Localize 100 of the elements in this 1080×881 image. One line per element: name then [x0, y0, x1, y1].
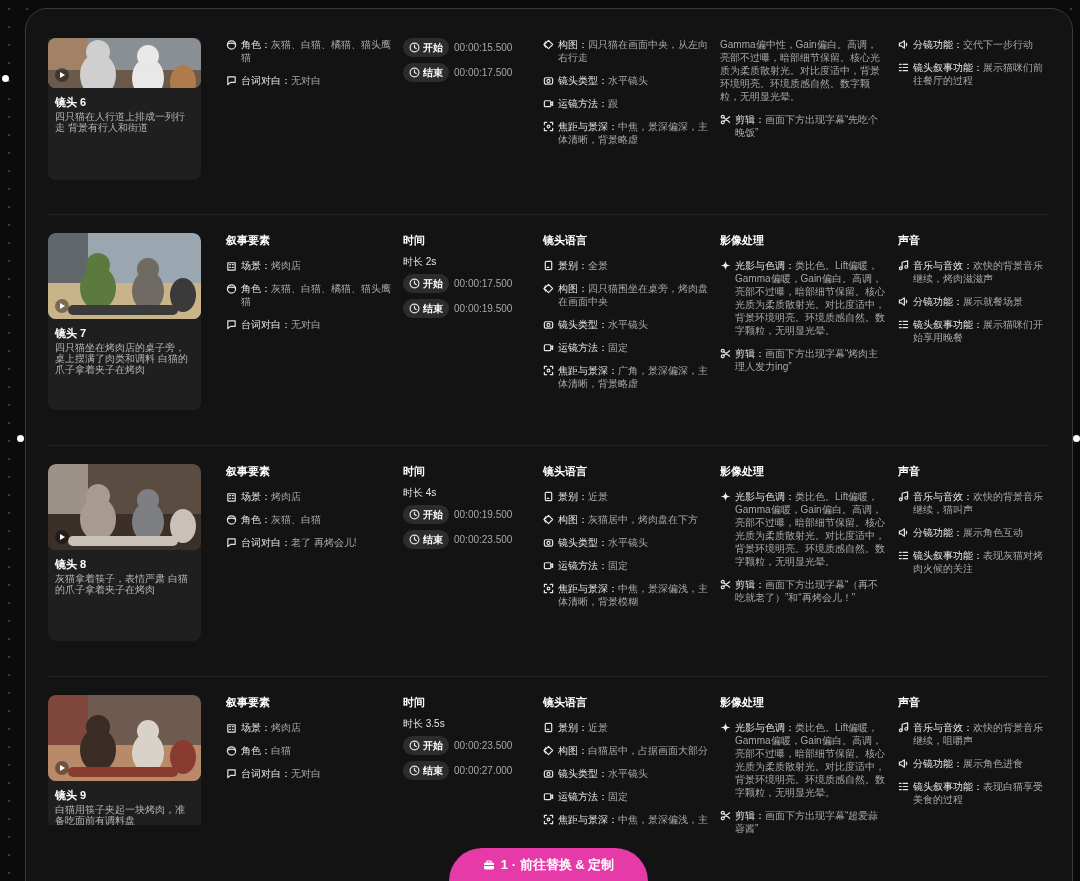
frame-icon	[543, 491, 554, 502]
detail-text: 镜头类型：水平镜头	[558, 74, 648, 87]
detail-text: 剪辑：画面下方出现字幕“（再不吃就老了）”和“再烤会儿！”	[735, 578, 880, 604]
detail-text: 运镜方法：固定	[558, 341, 628, 354]
time-chip: 开始	[403, 505, 449, 524]
shot-title: 镜头 7	[53, 326, 88, 340]
speech-bubble-icon	[226, 75, 237, 86]
building-icon	[226, 722, 237, 733]
focus-icon	[543, 814, 554, 825]
face-icon	[226, 514, 237, 525]
play-button[interactable]	[55, 68, 69, 82]
detail-text: 场景：烤肉店	[241, 490, 301, 503]
video-camera-icon	[543, 98, 554, 109]
focus-icon	[543, 365, 554, 376]
clock-icon	[409, 765, 420, 776]
video-camera-icon	[543, 791, 554, 802]
clock-icon	[409, 303, 420, 314]
timestamp-text: 00:00:19.500	[454, 302, 513, 316]
clock-icon	[409, 67, 420, 78]
column-heading: 声音	[898, 695, 921, 709]
detail-text: 景别：全景	[558, 259, 608, 272]
column-heading: 时间	[403, 695, 426, 709]
detail-text: 角色：灰猫、白猫、橘猫、猫头鹰猫	[241, 282, 392, 308]
detail-text: 角色：白猫	[241, 744, 291, 757]
shot-description: 灰猫拿着筷子，表情严肃 白猫的爪子拿着夹子在烤肉	[54, 573, 189, 595]
detail-text: 台词对白：无对白	[241, 318, 321, 331]
detail-text: 构图：四只猫围坐在桌旁，烤肉盘在画面中央	[558, 282, 708, 308]
diamond-icon	[543, 514, 554, 525]
detail-text: 光影与色调：类比色。Lift偏暖，Gamma偏暖，Gain偏白。高调，亮部不过曝，暗部细节保留。核心光质为柔质散射光。对比度适中，背景环境明亮。环境质感自然。数字颗粒，无明显光晕。	[735, 721, 886, 799]
detail-text: 角色：灰猫、白猫	[241, 513, 321, 526]
face-icon	[226, 745, 237, 756]
video-camera-icon	[543, 342, 554, 353]
detail-text: 分镜功能：展示角色互动	[913, 526, 1023, 539]
time-chip: 结束	[403, 63, 449, 82]
detail-text: 镜头叙事功能：表现灰猫对烤肉火候的关注	[913, 549, 1044, 575]
detail-text: 构图：灰猫居中，烤肉盘在下方	[558, 513, 698, 526]
timestamp-text: 00:00:17.500	[454, 277, 513, 291]
shot-card[interactable]: 镜头 9 白猫用筷子夹起一块烤肉，准备吃面前有调料盘	[48, 695, 201, 825]
speaker-icon	[898, 296, 909, 307]
detail-text: 运镜方法：固定	[558, 559, 628, 572]
clock-icon	[409, 42, 420, 53]
detail-text: 音乐与音效：欢快的背景音乐继续，烤肉滋滋声	[913, 259, 1044, 285]
detail-text: 镜头叙事功能：展示猫咪们前往餐厅的过程	[913, 61, 1044, 87]
timestamp-text: 00:00:19.500	[454, 508, 513, 522]
shot-title: 镜头 9	[53, 788, 88, 802]
column-heading: 声音	[898, 233, 921, 247]
list-icon	[898, 550, 909, 561]
detail-text: 构图：白猫居中，占据画面大部分	[558, 744, 708, 757]
column-heading: 影像处理	[720, 233, 765, 247]
column-heading: 叙事要素	[226, 464, 271, 478]
detail-text: 台词对白：无对白	[241, 74, 321, 87]
sparkle-icon	[720, 491, 731, 502]
scissors-icon	[720, 579, 731, 590]
detail-text: 分镜功能：展示就餐场景	[913, 295, 1023, 308]
detail-text: 镜头类型：水平镜头	[558, 536, 648, 549]
play-button[interactable]	[55, 530, 69, 544]
detail-text: 焦距与景深：中焦，景深偏深，主体清晰，背景略虚	[558, 120, 708, 146]
detail-text: 焦距与景深：广角，景深偏深，主体清晰，背景略虚	[558, 364, 708, 390]
shot-card[interactable]: 镜头 7 四只猫坐在烤肉店的桌子旁，桌上摆满了肉类和调料 白猫的爪子拿着夹子在烤肉	[48, 233, 201, 410]
time-chip: 开始	[403, 736, 449, 755]
customize-button[interactable]: 1 · 前往替换 & 定制	[448, 848, 649, 881]
timestamp-text: 00:00:23.500	[454, 533, 513, 547]
detail-text: 焦距与景深：中焦，景深偏浅，主体清晰，背景模糊	[558, 582, 708, 608]
play-icon	[59, 72, 65, 78]
play-icon	[59, 765, 65, 771]
music-note-icon	[898, 491, 909, 502]
shot-card[interactable]: 镜头 6 四只猫在人行道上排成一列行走 背景有行人和街道	[48, 38, 201, 180]
speaker-icon	[898, 527, 909, 538]
detail-text: Gamma偏中性，Gain偏白。高调，亮部不过曝，暗部细节保留。核心光质为柔质散射光。对比度适中，背景环境明亮。环境质感自然。数字颗粒，无明显光晕。	[720, 38, 881, 103]
time-chip: 结束	[403, 530, 449, 549]
speaker-icon	[898, 758, 909, 769]
speech-bubble-icon	[226, 537, 237, 548]
shot-description: 白猫用筷子夹起一块烤肉，准备吃面前有调料盘	[54, 804, 186, 825]
play-icon	[59, 534, 65, 540]
timestamp-text: 00:00:17.500	[454, 66, 513, 80]
frame-icon	[543, 260, 554, 271]
camera-icon	[543, 537, 554, 548]
play-button[interactable]	[55, 761, 69, 775]
detail-text: 镜头类型：水平镜头	[558, 767, 648, 780]
detail-text: 镜头叙事功能：展示猫咪们开始享用晚餐	[913, 318, 1044, 344]
detail-text: 剪辑：画面下方出现字幕“先吃个晚饭”	[735, 113, 880, 139]
detail-text: 焦距与景深：中焦，景深偏浅，主	[558, 813, 708, 826]
clock-icon	[409, 509, 420, 520]
shot-title: 镜头 8	[53, 557, 88, 571]
briefcase-icon	[482, 858, 495, 871]
detail-text: 台词对白：老了 再烤会儿!	[241, 536, 357, 549]
list-icon	[898, 62, 909, 73]
time-chip: 开始	[403, 274, 449, 293]
time-chip: 结束	[403, 761, 449, 780]
shot-card[interactable]: 镜头 8 灰猫拿着筷子，表情严肃 白猫的爪子拿着夹子在烤肉	[48, 464, 201, 641]
detail-text: 音乐与音效：欢快的背景音乐继续，咀嚼声	[913, 721, 1044, 747]
diamond-icon	[543, 39, 554, 50]
column-heading: 镜头语言	[543, 464, 588, 478]
sparkle-icon	[720, 260, 731, 271]
music-note-icon	[898, 722, 909, 733]
building-icon	[226, 260, 237, 271]
detail-text: 台词对白：无对白	[241, 767, 321, 780]
column-heading: 叙事要素	[226, 695, 271, 709]
time-chip: 结束	[403, 299, 449, 318]
detail-text: 运镜方法：固定	[558, 790, 628, 803]
